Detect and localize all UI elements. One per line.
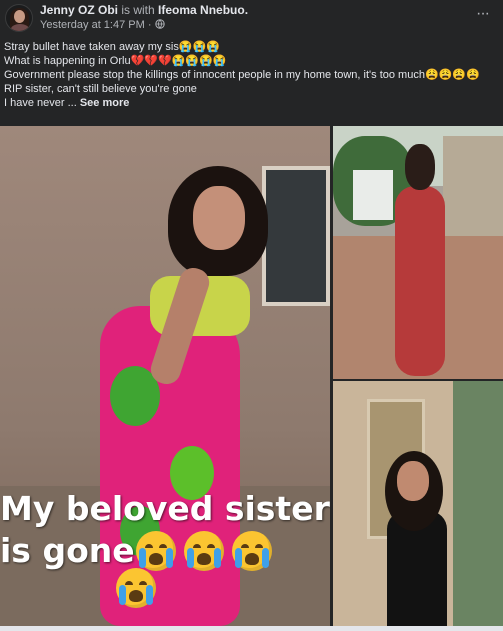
post-line-5: I have never ... See more [4,96,499,110]
facebook-post: Jenny OZ Obi is with Ifeoma Nnebuo. Yest… [0,0,503,631]
crying-emoji-icon [232,531,272,571]
author-name[interactable]: Jenny OZ Obi [40,3,118,17]
more-options-icon[interactable]: ··· [476,5,490,23]
photo-grid: My beloved sister is gone [0,126,503,631]
post-author-line: Jenny OZ Obi is with Ifeoma Nnebuo. [40,3,248,17]
post-header: Jenny OZ Obi is with Ifeoma Nnebuo. Yest… [0,0,503,36]
photo-main[interactable]: My beloved sister is gone [0,126,330,626]
post-line-5-text: I have never ... [4,97,80,109]
post-line-1: Stray bullet have taken away my sis😭😭😭 [4,41,220,53]
with-text: is with [118,3,159,17]
crying-emoji-icon [184,531,224,571]
caption-line-1: My beloved sister [0,489,330,528]
post-line-2: What is happening in Orlu💔💔💔😭😭😭😭 [4,55,227,67]
post-line-3: Government please stop the killings of i… [4,69,480,81]
author-avatar[interactable] [5,4,33,32]
meta-separator: · [144,19,155,31]
see-more-link[interactable]: See more [80,97,130,109]
post-line-4: RIP sister, can't still believe you're g… [4,83,197,95]
post-footer-edge [0,626,503,631]
post-meta: Yesterday at 1:47 PM · [40,19,165,31]
globe-icon [154,19,165,31]
caption-line-2: is gone [0,531,135,570]
tagged-user[interactable]: Ifeoma Nnebuo. [158,3,248,17]
photo-top-right[interactable] [333,126,503,379]
crying-emoji-icon [136,531,176,571]
post-timestamp[interactable]: Yesterday at 1:47 PM [40,19,145,31]
post-text: Stray bullet have taken away my sis😭😭😭 W… [4,40,499,110]
photo-bottom-right[interactable] [333,381,503,631]
crying-emoji-icon [116,568,156,608]
